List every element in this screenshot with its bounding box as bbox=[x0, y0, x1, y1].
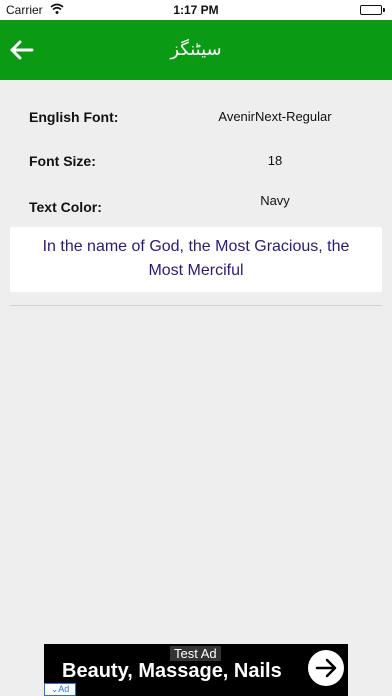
ad-headline: Beauty, Massage, Nails bbox=[62, 660, 282, 682]
status-time: 1:17 PM bbox=[173, 3, 219, 17]
setting-row-font-size[interactable]: Font Size: 18 bbox=[0, 147, 392, 177]
setting-row-english-font[interactable]: English Font: AvenirNext-Regular bbox=[0, 103, 392, 133]
battery-icon bbox=[360, 5, 385, 15]
english-font-label: English Font: bbox=[29, 109, 119, 125]
arrow-right-icon[interactable] bbox=[308, 650, 344, 686]
ad-badge: ⌄Ad bbox=[44, 683, 76, 696]
ad-badge-label: Ad bbox=[58, 684, 70, 694]
ad-banner[interactable]: Test Ad Beauty, Massage, Nails ⌄Ad bbox=[44, 644, 348, 696]
font-size-value[interactable]: 18 bbox=[170, 153, 380, 168]
page-title: سیٹنگز bbox=[170, 39, 222, 60]
status-bar: Carrier 1:17 PM bbox=[0, 0, 392, 20]
text-color-value[interactable]: Navy bbox=[170, 193, 380, 208]
english-font-value[interactable]: AvenirNext-Regular bbox=[170, 109, 380, 124]
preview-text-box: In the name of God, the Most Gracious, t… bbox=[10, 227, 382, 292]
setting-row-text-color[interactable]: Text Color: Navy bbox=[0, 193, 392, 223]
battery-nub bbox=[383, 8, 385, 12]
navigation-bar: سیٹنگز bbox=[0, 20, 392, 80]
text-color-label: Text Color: bbox=[29, 199, 102, 215]
divider bbox=[10, 305, 382, 306]
test-ad-tag: Test Ad bbox=[170, 646, 221, 661]
font-size-label: Font Size: bbox=[29, 153, 96, 169]
